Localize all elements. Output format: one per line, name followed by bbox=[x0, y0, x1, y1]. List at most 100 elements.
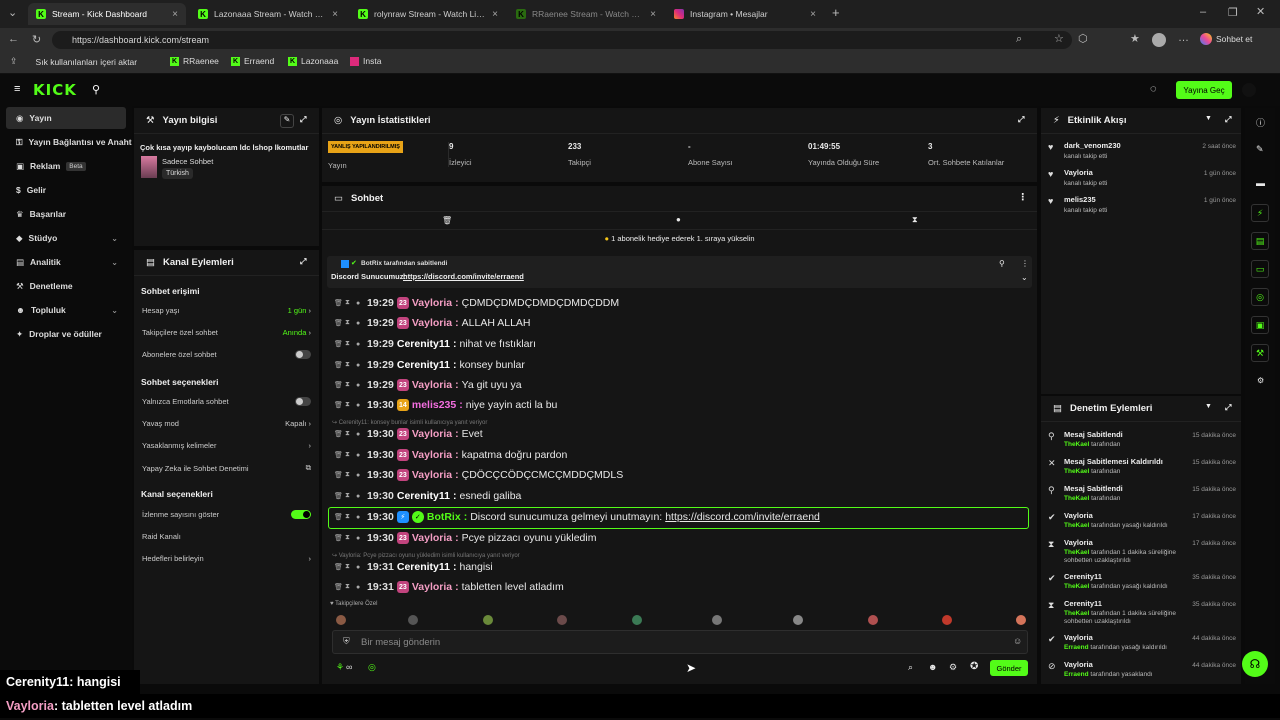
sidebar-item-topluluk[interactable]: ☻ Topluluk ⌄ bbox=[6, 299, 126, 321]
sidebar-item-stream-key[interactable]: ⚿ Yayın Bağlantısı ve Anahtar bbox=[6, 131, 132, 153]
kick-logo[interactable]: KICK bbox=[33, 81, 77, 99]
message-username[interactable]: Vayloria bbox=[412, 297, 452, 309]
info-icon[interactable]: ● bbox=[356, 472, 364, 479]
chat-message[interactable]: 🗑 ⧗ ● 19:29 Cerenity11: nihat ve fıstıkları bbox=[334, 338, 536, 350]
info-icon[interactable]: ● bbox=[356, 382, 364, 389]
expand-icon[interactable]: ⤢ bbox=[300, 115, 306, 125]
account-age-row[interactable]: Hesap yaşı 1 gün › bbox=[142, 306, 311, 315]
chat-message[interactable]: 🗑 ⧗ ● 19:30 23 Vayloria: Pcye pizzacı oyunu yü… bbox=[334, 532, 596, 544]
trash-icon[interactable]: 🗑 bbox=[334, 583, 343, 591]
emote-icon[interactable]: ☻ bbox=[928, 662, 937, 672]
moderator-name[interactable]: TheKael bbox=[1064, 441, 1089, 448]
message-username[interactable]: melis235 bbox=[412, 399, 456, 411]
avatar[interactable] bbox=[632, 615, 642, 625]
filter-icon[interactable]: ▼ bbox=[1205, 115, 1212, 122]
gear-icon[interactable]: ⚙ bbox=[949, 662, 957, 673]
message-username[interactable]: Vayloria bbox=[412, 532, 452, 544]
activity-item[interactable]: ♥ melis235 kanalı takip etti 1 gün önce bbox=[1048, 195, 1238, 217]
trash-icon[interactable]: 🗑 bbox=[334, 563, 343, 571]
chat-message[interactable]: 🗑 ⧗ ● 19:31 Cerenity11: hangisi bbox=[334, 561, 493, 573]
chat-message[interactable]: 🗑 ⧗ ● 19:29 Cerenity11: konsey bunlar bbox=[334, 359, 525, 371]
info-icon[interactable]: ● bbox=[356, 402, 364, 409]
avatar[interactable] bbox=[1152, 33, 1166, 47]
points-icon[interactable]: ⚘ bbox=[336, 662, 344, 673]
chevron-down-icon[interactable]: ⌄ bbox=[1021, 273, 1028, 282]
trash-icon[interactable]: 🗑 bbox=[442, 216, 452, 225]
rail-info-button[interactable]: ▣ bbox=[1251, 316, 1269, 334]
info-icon[interactable]: ● bbox=[356, 320, 364, 327]
hourglass-icon[interactable]: ⧗ bbox=[345, 401, 353, 409]
hourglass-icon[interactable]: ⧗ bbox=[345, 451, 353, 459]
trash-icon[interactable]: 🗑 bbox=[334, 381, 343, 389]
moderator-name[interactable]: Erraend bbox=[1064, 671, 1089, 678]
favorite-icon[interactable]: ☆ bbox=[1054, 32, 1064, 45]
settings-icon[interactable]: ⚙ bbox=[1257, 376, 1264, 385]
extensions-icon[interactable]: ⬡ bbox=[1078, 32, 1088, 45]
info-icon[interactable]: ● bbox=[356, 431, 364, 438]
trash-icon[interactable]: 🗑 bbox=[334, 471, 343, 479]
chat-message[interactable]: 🗑 ⧗ ● 19:30 23 Vayloria: ÇDÖCÇCÖDÇCMCÇMDDÇMDLS bbox=[334, 469, 623, 481]
back-icon[interactable]: ← bbox=[8, 33, 19, 45]
message-username[interactable]: Cerenity11 bbox=[397, 359, 450, 371]
show-viewers-toggle[interactable] bbox=[291, 510, 311, 519]
moderator-name[interactable]: Erraend bbox=[1064, 644, 1089, 651]
expand-icon[interactable]: ⤢ bbox=[300, 257, 306, 267]
moderator-name[interactable]: TheKael bbox=[1064, 549, 1089, 556]
close-icon[interactable]: × bbox=[492, 9, 498, 20]
message-username[interactable]: Vayloria bbox=[412, 449, 452, 461]
filter-icon[interactable]: ▼ bbox=[1205, 403, 1212, 410]
hourglass-icon[interactable]: ⧗ bbox=[345, 319, 353, 327]
hourglass-icon[interactable]: ⧗ bbox=[345, 430, 353, 438]
sidebar-item-studyo[interactable]: ◆ Stüdyo ⌄ bbox=[6, 227, 126, 249]
hourglass-icon[interactable]: ⧗ bbox=[345, 381, 353, 389]
moderator-name[interactable]: TheKael bbox=[1064, 468, 1089, 475]
moderator-name[interactable]: TheKael bbox=[1064, 610, 1089, 617]
tab-rraenee[interactable]: K RRaenee Stream - Watch Live on K × bbox=[508, 3, 664, 25]
chat-message[interactable]: 🗑 ⧗ ● 19:29 23 Vayloria: ALLAH ALLAH bbox=[334, 317, 531, 329]
avatar[interactable] bbox=[483, 615, 493, 625]
info-icon[interactable]: ● bbox=[356, 341, 364, 348]
moderator-name[interactable]: TheKael bbox=[1064, 495, 1089, 502]
new-tab-icon[interactable]: + bbox=[832, 5, 840, 20]
unpin-icon[interactable]: ⚲ bbox=[999, 259, 1005, 268]
info-icon[interactable]: ● bbox=[356, 584, 364, 591]
bookmark-lazonaaa[interactable]: K Lazonaaa bbox=[288, 56, 338, 66]
gift-banner[interactable]: ● 1 abonelik hediye ederek 1. sıraya yük… bbox=[322, 234, 1037, 243]
edit-icon[interactable]: ✎ bbox=[280, 114, 294, 128]
sidebar-item-analitik[interactable]: ▤ Analitik ⌄ bbox=[6, 251, 126, 273]
edit-icon[interactable]: ✎ bbox=[1256, 144, 1264, 155]
chat-message[interactable]: 🗑 ⧗ ● 19:31 23 Vayloria: tabletten level atlad… bbox=[334, 581, 564, 593]
hourglass-icon[interactable]: ⧗ bbox=[345, 361, 353, 369]
followers-only-row[interactable]: Takipçilere özel sohbet Anında › bbox=[142, 328, 311, 337]
menu-icon[interactable]: ≡ bbox=[14, 83, 20, 95]
tab-instagram[interactable]: Instagram • Mesajlar × bbox=[666, 3, 824, 25]
goals-row[interactable]: Hedefleri belirleyin › bbox=[142, 554, 311, 563]
activity-user[interactable]: dark_venom230 bbox=[1064, 141, 1121, 150]
hourglass-icon[interactable]: ⧗ bbox=[345, 583, 353, 591]
trash-icon[interactable]: 🗑 bbox=[334, 299, 343, 307]
moderator-name[interactable]: TheKael bbox=[1064, 583, 1089, 590]
bookmark-rraenee[interactable]: K RRaenee bbox=[170, 56, 219, 66]
tab-list-icon[interactable]: ⌄ bbox=[8, 6, 17, 19]
info-icon[interactable]: ● bbox=[356, 535, 364, 542]
close-icon[interactable]: × bbox=[650, 9, 656, 20]
trash-icon[interactable]: 🗑 bbox=[334, 451, 343, 459]
activity-item[interactable]: ♥ dark_venom230 kanalı takip etti 2 saat ön… bbox=[1048, 141, 1238, 163]
pinned-link[interactable]: https://discord.com/invite/erraend bbox=[403, 272, 524, 281]
trash-icon[interactable]: 🗑 bbox=[334, 340, 343, 348]
avatar[interactable] bbox=[336, 615, 346, 625]
avatar[interactable] bbox=[557, 615, 567, 625]
subs-only-toggle[interactable] bbox=[295, 350, 311, 359]
support-button[interactable]: ☊ bbox=[1242, 651, 1268, 677]
tab-stream-dashboard[interactable]: K Stream - Kick Dashboard × bbox=[28, 3, 186, 25]
message-username[interactable]: Vayloria bbox=[412, 428, 452, 440]
pin-icon[interactable]: ⚲ bbox=[92, 83, 100, 96]
emotes-only-toggle[interactable] bbox=[295, 397, 311, 406]
info-icon[interactable]: ● bbox=[356, 362, 364, 369]
info-icon[interactable]: ● bbox=[356, 452, 364, 459]
trash-icon[interactable]: 🗑 bbox=[334, 319, 343, 327]
layout-icon[interactable]: ▬ bbox=[1256, 178, 1265, 188]
tab-rolynraw[interactable]: Krolynraw Stream - Watch Live on K × bbox=[350, 3, 506, 25]
rail-chat-button[interactable]: ▭ bbox=[1251, 260, 1269, 278]
rail-lightning-button[interactable]: ⚡ bbox=[1251, 204, 1269, 222]
